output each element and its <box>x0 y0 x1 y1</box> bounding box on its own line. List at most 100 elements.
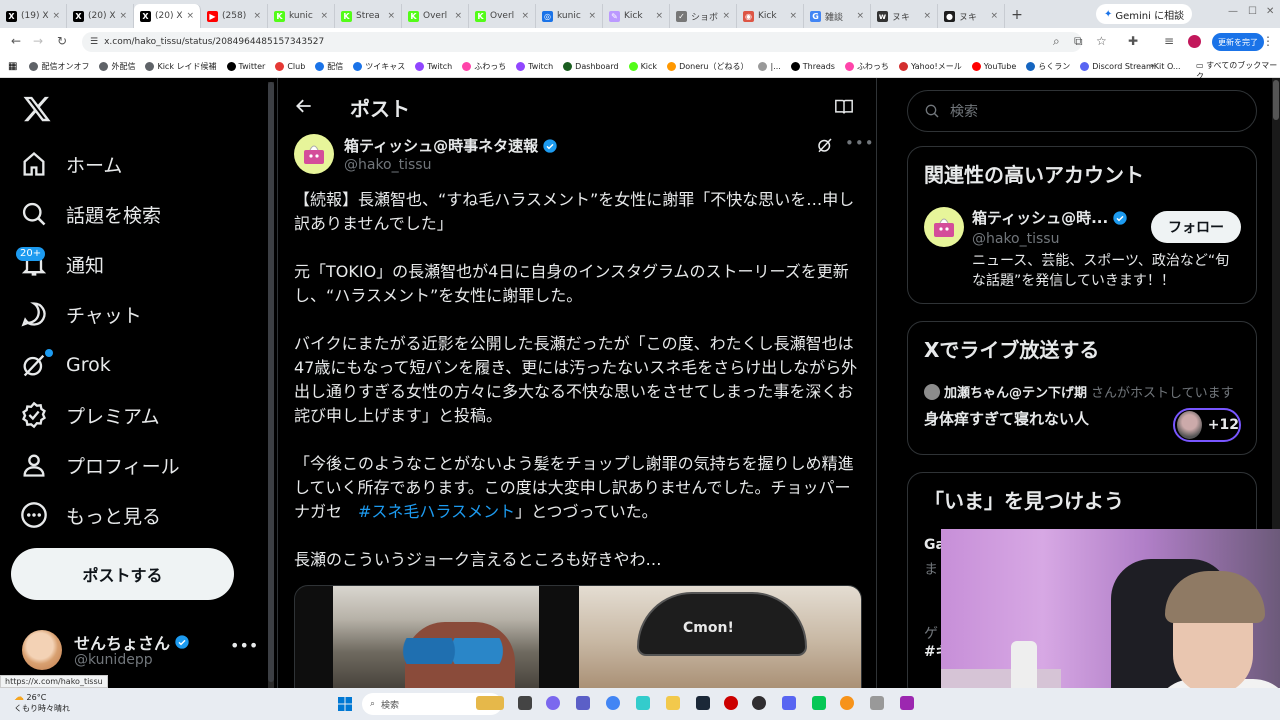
profile-avatar-icon[interactable] <box>1188 35 1201 48</box>
tab-close-icon[interactable]: × <box>655 11 663 21</box>
space-title[interactable]: 身体痒すぎて寝れない人 <box>924 408 1089 429</box>
bookmark-item[interactable]: Threads <box>790 62 835 71</box>
tab-close-icon[interactable]: × <box>856 11 864 21</box>
back-nav-icon[interactable]: ← <box>6 34 26 48</box>
update-button[interactable]: 更新を完了 <box>1212 33 1264 51</box>
bookmarks-overflow-icon[interactable]: » <box>1150 61 1155 70</box>
chrome-icon[interactable] <box>606 696 620 710</box>
app-icon[interactable] <box>900 696 914 710</box>
tab-close-icon[interactable]: × <box>53 11 61 21</box>
close-window-icon[interactable]: ✕ <box>1266 6 1274 17</box>
browser-tab[interactable]: ◎ kunic × <box>536 4 603 28</box>
browser-tab[interactable]: X (20) X × <box>67 4 134 28</box>
grok-explain-icon[interactable] <box>816 136 834 154</box>
page-scrollbar-thumb[interactable] <box>1273 80 1279 120</box>
tab-close-icon[interactable]: × <box>320 11 328 21</box>
taskbar-widget-icon[interactable] <box>476 696 504 710</box>
reader-mode-icon[interactable] <box>834 98 854 116</box>
task-view-icon[interactable] <box>518 696 532 710</box>
bookmark-item[interactable]: Kick <box>628 62 657 71</box>
bookmark-item[interactable]: Twitter <box>226 62 265 71</box>
new-tab-button[interactable]: + <box>1005 4 1029 28</box>
nav-grok[interactable]: Grok <box>20 345 111 385</box>
browser-tab[interactable]: ◉ Kick × <box>737 4 804 28</box>
site-info-icon[interactable]: ☰ <box>90 37 98 47</box>
edge-icon[interactable] <box>636 696 650 710</box>
url-field[interactable]: ☰ x.com/hako_tissu/status/20849644851573… <box>82 32 1082 52</box>
post-media[interactable]: Cmon! <box>294 585 862 695</box>
calculator-icon[interactable] <box>870 696 884 710</box>
post-more-icon[interactable]: ••• <box>845 134 875 152</box>
forward-nav-icon[interactable]: → <box>28 34 48 48</box>
nav-chat[interactable]: チャット <box>20 294 142 334</box>
tab-close-icon[interactable]: × <box>789 11 797 21</box>
tab-close-icon[interactable]: × <box>454 11 462 21</box>
nav-premium[interactable]: プレミアム <box>20 395 160 435</box>
browser-tab[interactable]: ▶ (258) × <box>201 4 268 28</box>
bookmark-item[interactable]: Club <box>275 62 305 71</box>
photo-right[interactable]: Cmon! <box>579 586 861 694</box>
record-icon[interactable] <box>724 696 738 710</box>
browser-tab[interactable]: w ヌキ × <box>871 4 938 28</box>
related-avatar[interactable] <box>924 207 964 247</box>
bookmark-item[interactable]: Discord StreamKit O... <box>1080 62 1181 71</box>
space-listeners-pill[interactable]: +12 <box>1173 408 1241 442</box>
bookmark-star-icon[interactable]: ☆ <box>1096 34 1107 48</box>
bookmark-item[interactable]: Kick レイド候補 <box>145 61 217 72</box>
coin-icon[interactable] <box>840 696 854 710</box>
browser-tab[interactable]: ✓ ショボ × <box>670 4 737 28</box>
minimize-icon[interactable]: — <box>1228 6 1238 17</box>
browser-tab[interactable]: X (19) X × <box>0 4 67 28</box>
copilot-icon[interactable] <box>546 696 560 710</box>
install-icon[interactable]: ⧉ <box>1074 34 1083 49</box>
explorer-icon[interactable] <box>666 696 680 710</box>
tab-close-icon[interactable]: × <box>990 11 998 21</box>
bookmark-item[interactable]: 外配信 <box>99 61 135 72</box>
account-more-icon[interactable]: ••• <box>230 636 258 655</box>
tab-close-icon[interactable]: × <box>120 11 128 21</box>
extensions-icon[interactable]: ✚ <box>1128 34 1138 48</box>
discord-icon[interactable] <box>782 696 796 710</box>
tab-close-icon[interactable]: × <box>588 11 596 21</box>
x-logo-icon[interactable] <box>22 94 52 124</box>
browser-tab[interactable]: ✎ Kick × <box>603 4 670 28</box>
author-avatar[interactable] <box>294 134 334 174</box>
browser-tab[interactable]: K Strea × <box>335 4 402 28</box>
bookmark-item[interactable]: YouTube <box>971 62 1016 71</box>
browser-tab[interactable]: Kkunic × <box>268 4 335 28</box>
tab-search-icon[interactable]: ≡ <box>1164 34 1174 48</box>
browser-tab[interactable]: X (20) X × <box>134 4 201 28</box>
line-icon[interactable] <box>812 696 826 710</box>
bookmark-item[interactable]: ふわっち <box>844 61 889 72</box>
trend-item[interactable]: ゲ <box>924 623 938 643</box>
browser-tab[interactable]: G 雑談 × <box>804 4 871 28</box>
nav-explore[interactable]: 話題を検索 <box>20 194 161 234</box>
tab-close-icon[interactable]: × <box>387 11 395 21</box>
bookmark-item[interactable]: Twitch <box>516 62 553 71</box>
author-handle[interactable]: @hako_tissu <box>344 157 431 173</box>
menu-dots-icon[interactable]: ⋮ <box>1262 34 1274 48</box>
gemini-button[interactable]: ✦ Gemini に相談 <box>1096 4 1193 24</box>
browser-tab[interactable]: ● ヌキ × <box>938 4 1005 28</box>
tab-close-icon[interactable]: × <box>253 11 261 21</box>
related-handle[interactable]: @hako_tissu <box>972 231 1059 247</box>
search-input[interactable]: 検索 <box>907 90 1257 132</box>
bookmark-item[interactable]: 配信オンオフ <box>29 61 89 72</box>
tab-close-icon[interactable]: × <box>187 11 195 21</box>
maximize-icon[interactable]: ☐ <box>1248 6 1257 17</box>
compose-post-button[interactable]: ポストする <box>11 548 234 600</box>
account-switcher[interactable]: せんちょさん @kunidepp ••• <box>22 628 258 672</box>
trend-item[interactable]: ま <box>924 559 938 579</box>
related-name-row[interactable]: 箱ティッシュ@時... <box>972 207 1128 228</box>
obs-icon[interactable] <box>752 696 766 710</box>
bookmark-item[interactable]: Twitch <box>415 62 452 71</box>
steam-icon[interactable] <box>696 696 710 710</box>
windows-start-icon[interactable] <box>338 697 352 711</box>
author-name-row[interactable]: 箱ティッシュ@時事ネタ速報 <box>344 135 558 156</box>
left-scrollbar-thumb[interactable] <box>268 82 274 682</box>
left-scrollbar[interactable] <box>268 82 274 688</box>
teams-icon[interactable] <box>576 696 590 710</box>
photo-left[interactable] <box>333 586 539 694</box>
bookmark-item[interactable]: 配信 <box>315 61 343 72</box>
browser-tab[interactable]: K Overl × <box>402 4 469 28</box>
